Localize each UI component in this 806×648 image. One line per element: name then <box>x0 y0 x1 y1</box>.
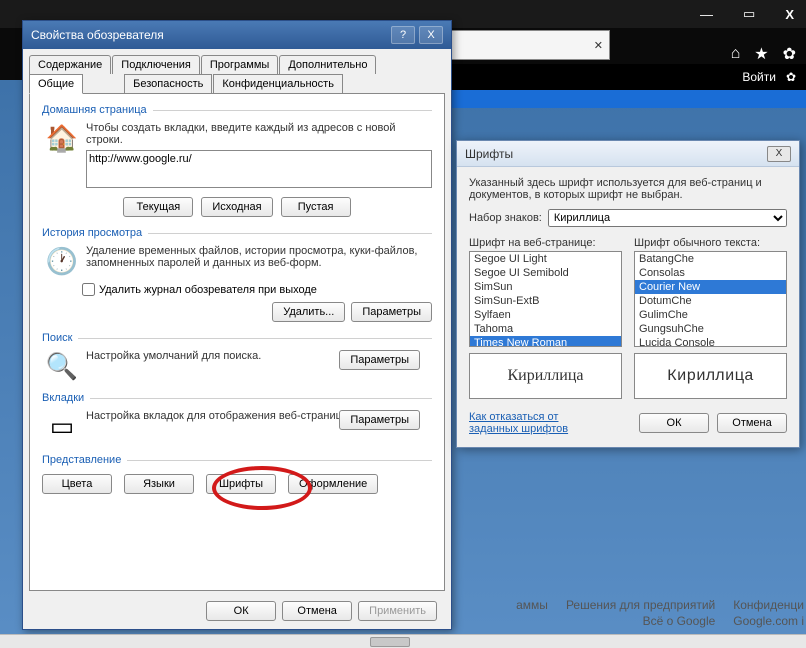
page-header-bar: Войти ✿ <box>430 64 806 90</box>
colors-button[interactable]: Цвета <box>42 474 112 494</box>
tab-panel-general: Домашняя страница 🏠 Чтобы создать вкладк… <box>29 93 445 591</box>
apply-button[interactable]: Применить <box>358 601 437 621</box>
gear-icon[interactable]: ✿ <box>783 44 796 64</box>
delete-on-exit-label: Удалить журнал обозревателя при выходе <box>99 284 317 296</box>
footer-link[interactable]: Конфиденци <box>733 598 804 612</box>
home-icon: 🏠 <box>46 122 78 154</box>
plainfont-listbox[interactable]: BatangChe Consolas Courier New DotumChe … <box>634 251 787 347</box>
use-current-button[interactable]: Текущая <box>123 197 193 217</box>
tab-close-icon[interactable]: ✕ <box>594 39 603 52</box>
settings-gear-icon[interactable]: ✿ <box>786 70 796 84</box>
fonts-intro-text: Указанный здесь шрифт используется для в… <box>469 177 787 201</box>
star-icon[interactable]: ★ <box>754 44 768 64</box>
tab-privacy[interactable]: Конфиденциальность <box>213 74 343 94</box>
use-default-button[interactable]: Исходная <box>201 197 272 217</box>
fonts-dialog: Шрифты X Указанный здесь шрифт используе… <box>456 140 800 448</box>
horizontal-scrollbar[interactable] <box>0 634 806 648</box>
tab-general[interactable]: Общие <box>29 74 83 94</box>
tab-advanced[interactable]: Дополнительно <box>279 55 376 74</box>
magnifier-icon: 🔍 <box>46 350 78 382</box>
dialog-title: Свойства обозревателя <box>31 28 164 42</box>
accessibility-button[interactable]: Оформление <box>288 474 378 494</box>
group-homepage: Домашняя страница 🏠 Чтобы создать вкладк… <box>42 104 432 217</box>
fonts-cancel-button[interactable]: Отмена <box>717 413 787 433</box>
cancel-button[interactable]: Отмена <box>282 601 352 621</box>
delete-history-button[interactable]: Удалить... <box>272 302 345 322</box>
footer-link[interactable]: Всё о Google <box>643 614 716 628</box>
browser-tab[interactable]: le ✕ <box>430 30 610 60</box>
dialog-close-button[interactable]: X <box>419 26 443 44</box>
clock-icon: 🕐 <box>46 245 78 277</box>
minimize-button[interactable]: — <box>692 5 721 24</box>
charset-select[interactable]: Кириллица <box>548 209 787 227</box>
group-history: История просмотра 🕐 Удаление временных ф… <box>42 227 432 322</box>
webfont-label: Шрифт на веб-странице: <box>469 237 622 249</box>
use-blank-button[interactable]: Пустая <box>281 197 351 217</box>
footer-link[interactable]: Google.com i <box>733 614 804 628</box>
tabs-icon: ▭ <box>46 410 78 442</box>
tab-security[interactable]: Безопасность <box>124 74 212 94</box>
close-button[interactable]: X <box>777 5 802 24</box>
homepage-desc: Чтобы создать вкладки, введите каждый из… <box>86 122 432 146</box>
fonts-dialog-titlebar[interactable]: Шрифты X <box>457 141 799 167</box>
login-link[interactable]: Войти <box>742 70 776 84</box>
homepage-url-input[interactable] <box>86 150 432 188</box>
tabs-settings-button[interactable]: Параметры <box>339 410 420 430</box>
ok-button[interactable]: ОК <box>206 601 276 621</box>
search-settings-button[interactable]: Параметры <box>339 350 420 370</box>
maximize-button[interactable]: ▭ <box>735 4 763 24</box>
footer-link[interactable]: аммы <box>516 598 548 612</box>
internet-options-dialog: Свойства обозревателя ? X Содержание Под… <box>22 20 452 630</box>
fonts-button[interactable]: Шрифты <box>206 474 276 494</box>
history-desc: Удаление временных файлов, истории просм… <box>86 245 432 269</box>
charset-label: Набор знаков: <box>469 212 542 224</box>
tab-content[interactable]: Содержание <box>29 55 111 74</box>
footer-link[interactable]: Решения для предприятий <box>566 598 715 612</box>
fonts-ok-button[interactable]: ОК <box>639 413 709 433</box>
webfont-listbox[interactable]: Segoe UI Light Segoe UI Semibold SimSun … <box>469 251 622 347</box>
plainfont-preview: Кириллица <box>634 353 787 399</box>
home-icon[interactable]: ⌂ <box>731 45 741 63</box>
webfont-preview: Кириллица <box>469 353 622 399</box>
tab-connections[interactable]: Подключения <box>112 55 200 74</box>
page-blue-strip <box>430 90 806 108</box>
tab-programs[interactable]: Программы <box>201 55 278 74</box>
group-tabs: Вкладки ▭ Настройка вкладок для отображе… <box>42 392 432 444</box>
plainfont-label: Шрифт обычного текста: <box>634 237 787 249</box>
fonts-dialog-title: Шрифты <box>465 147 513 161</box>
group-appearance: Представление Цвета Языки Шрифты Оформле… <box>42 454 432 494</box>
dialog-titlebar[interactable]: Свойства обозревателя ? X <box>23 21 451 49</box>
delete-on-exit-checkbox[interactable] <box>82 283 95 296</box>
languages-button[interactable]: Языки <box>124 474 194 494</box>
ignore-fonts-link[interactable]: Как отказаться от заданных шрифтов <box>469 411 579 435</box>
group-search: Поиск 🔍 Настройка умолчаний для поиска. … <box>42 332 432 382</box>
page-footer-links: аммы Решения для предприятий Конфиденци … <box>430 598 806 628</box>
history-settings-button[interactable]: Параметры <box>351 302 432 322</box>
help-button[interactable]: ? <box>391 26 415 44</box>
fonts-dialog-close-button[interactable]: X <box>767 146 791 162</box>
